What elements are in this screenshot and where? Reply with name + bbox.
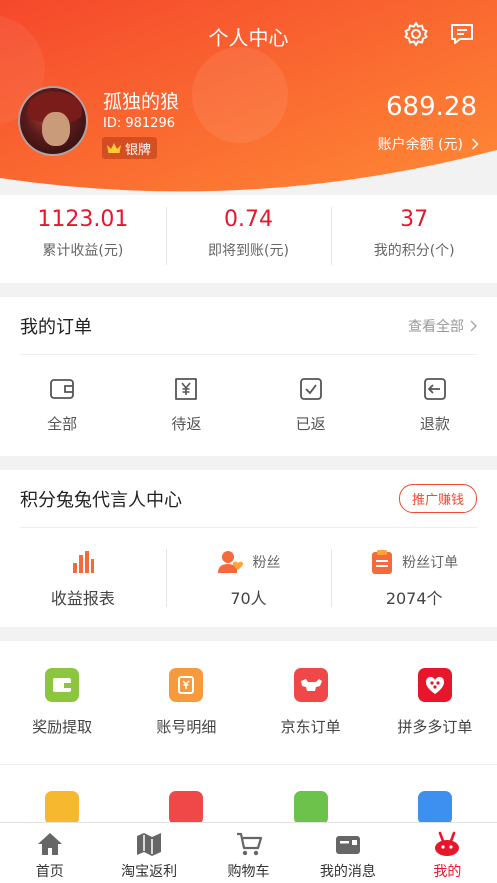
- home-icon: [37, 833, 62, 855]
- cart-icon: [236, 832, 262, 856]
- service-label: 账号明细: [156, 718, 217, 736]
- earnings-stats: 1123.01 累计收益(元) 0.74 即将到账(元) 37 我的积分(个): [0, 195, 497, 283]
- report-label: 收益报表: [50, 588, 115, 608]
- order-filter-label: 退款: [419, 414, 450, 433]
- jd-orders-entry[interactable]: 京东订单: [249, 668, 373, 737]
- shield-check-icon: [45, 791, 80, 822]
- crown-icon: [107, 143, 121, 153]
- orders-title: 我的订单: [20, 316, 92, 338]
- pdd-orders-entry[interactable]: 拼多多订单: [373, 668, 497, 737]
- invoice-icon: [169, 791, 204, 822]
- tab-home[interactable]: 首页: [0, 823, 99, 883]
- stat-label: 累计收益(元): [42, 243, 124, 259]
- tab-mine[interactable]: 我的: [398, 823, 497, 883]
- service-label: 奖励提取: [32, 718, 93, 736]
- spokesperson-card: 积分兔兔代言人中心 推广赚钱 收益报表 粉丝 70人 粉丝订单 2074个: [0, 470, 497, 627]
- tab-taobao-rebate[interactable]: 淘宝返利: [99, 823, 198, 883]
- yen-icon: [175, 377, 198, 400]
- fans-stat[interactable]: 粉丝 70人: [165, 545, 332, 609]
- stat-label: 即将到账(元): [208, 243, 289, 259]
- chevron-right-icon: [470, 319, 477, 332]
- leaf-icon: [293, 791, 328, 822]
- username: 孤独的狼: [103, 91, 180, 113]
- service-entry[interactable]: [124, 791, 248, 822]
- tab-label: 首页: [35, 864, 64, 880]
- chat-icon[interactable]: [448, 20, 476, 48]
- service-label: 京东订单: [280, 718, 341, 736]
- order-filter-all[interactable]: 全部: [0, 377, 124, 434]
- stat-label: 我的积分(个): [373, 243, 455, 259]
- tab-messages[interactable]: 我的消息: [298, 823, 397, 883]
- balance-value[interactable]: 689.28: [386, 92, 477, 122]
- fan-orders-value: 2074个: [385, 588, 443, 608]
- view-all-label: 查看全部: [408, 318, 464, 335]
- wallet-green-icon: [45, 668, 80, 702]
- stat-value: 1123.01: [37, 207, 129, 232]
- tab-label: 淘宝返利: [121, 864, 178, 880]
- check-box-icon: [299, 377, 322, 400]
- orders-card: 我的订单 查看全部 全部 待返 已返 退款: [0, 297, 497, 456]
- tab-label: 我的消息: [319, 864, 376, 880]
- stat-pending[interactable]: 0.74 即将到账(元): [165, 195, 332, 283]
- order-filter-returned[interactable]: 已返: [249, 377, 373, 434]
- wallet-icon: [50, 378, 75, 399]
- earnings-report[interactable]: 收益报表: [0, 545, 166, 609]
- user-id: ID: 981296: [103, 116, 175, 131]
- spokesperson-title: 积分兔兔代言人中心: [20, 489, 182, 511]
- bottom-tab-bar: 首页 淘宝返利 购物车 我的消息 我的: [0, 822, 497, 883]
- badge-label: 银牌: [125, 142, 152, 158]
- profile-header: 个人中心 孤独的狼 ID: 981296 银牌 689.28 账户余额 (元): [0, 0, 497, 195]
- gear-icon[interactable]: [402, 20, 430, 48]
- pdd-icon: [417, 668, 452, 702]
- order-filter-label: 全部: [47, 414, 78, 433]
- balance-link[interactable]: 账户余额 (元): [378, 134, 479, 154]
- service-entry[interactable]: [249, 791, 373, 822]
- fans-value: 70人: [230, 588, 267, 608]
- balance-label: 账户余额 (元): [377, 137, 463, 153]
- jd-dog-icon: [293, 668, 328, 702]
- gear-blue-icon: [417, 791, 452, 822]
- chevron-right-icon: [471, 138, 479, 150]
- tab-cart[interactable]: 购物车: [199, 823, 298, 883]
- service-entry[interactable]: [373, 791, 497, 822]
- refund-icon: [423, 377, 446, 400]
- member-badge: 银牌: [102, 137, 158, 159]
- bar-chart-icon: [72, 550, 94, 573]
- order-filter-label: 待返: [171, 414, 202, 433]
- view-all-orders-link[interactable]: 查看全部: [408, 316, 477, 336]
- stat-value: 0.74: [224, 207, 273, 232]
- stat-value: 37: [400, 207, 429, 232]
- avatar[interactable]: [18, 86, 88, 156]
- order-filter-refund[interactable]: 退款: [373, 377, 497, 434]
- fan-orders-label: 粉丝订单: [402, 554, 459, 571]
- tab-label: 购物车: [227, 864, 270, 880]
- fans-label: 粉丝: [252, 554, 281, 571]
- tab-label: 我的: [433, 864, 462, 880]
- reward-withdraw-entry[interactable]: 奖励提取: [0, 668, 124, 737]
- fan-orders-stat[interactable]: 粉丝订单 2074个: [331, 545, 497, 609]
- service-label: 拼多多订单: [397, 718, 473, 736]
- services-grid: 奖励提取 账号明细 京东订单 拼多多订单: [0, 641, 497, 822]
- account-details-entry[interactable]: 账号明细: [124, 668, 248, 737]
- service-entry[interactable]: [0, 791, 124, 822]
- stat-points[interactable]: 37 我的积分(个): [331, 195, 497, 283]
- ledger-icon: [169, 668, 204, 702]
- map-icon: [137, 833, 162, 856]
- order-filter-pending[interactable]: 待返: [124, 377, 248, 434]
- stat-total-earnings[interactable]: 1123.01 累计收益(元): [0, 195, 166, 283]
- rabbit-icon: [435, 831, 460, 856]
- clipboard-icon: [372, 549, 393, 574]
- fans-heart-icon: [217, 550, 243, 573]
- mailbox-icon: [335, 836, 360, 854]
- promote-earn-button[interactable]: 推广赚钱: [398, 484, 477, 513]
- order-filter-label: 已返: [295, 414, 326, 433]
